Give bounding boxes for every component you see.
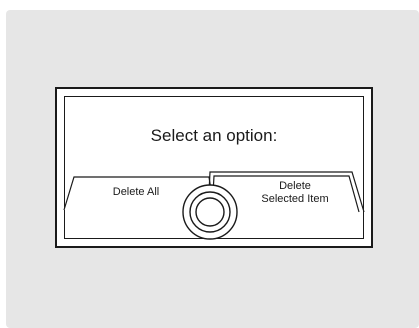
delete-selected-label-line2: Selected Item bbox=[261, 193, 329, 205]
display-inner-frame bbox=[64, 96, 364, 239]
prompt-text: Select an option: bbox=[150, 126, 278, 145]
delete-selected-item-label: Delete Selected Item bbox=[240, 180, 350, 206]
delete-selected-label-line1: Delete bbox=[279, 180, 311, 192]
delete-all-label: Delete All bbox=[112, 186, 160, 198]
